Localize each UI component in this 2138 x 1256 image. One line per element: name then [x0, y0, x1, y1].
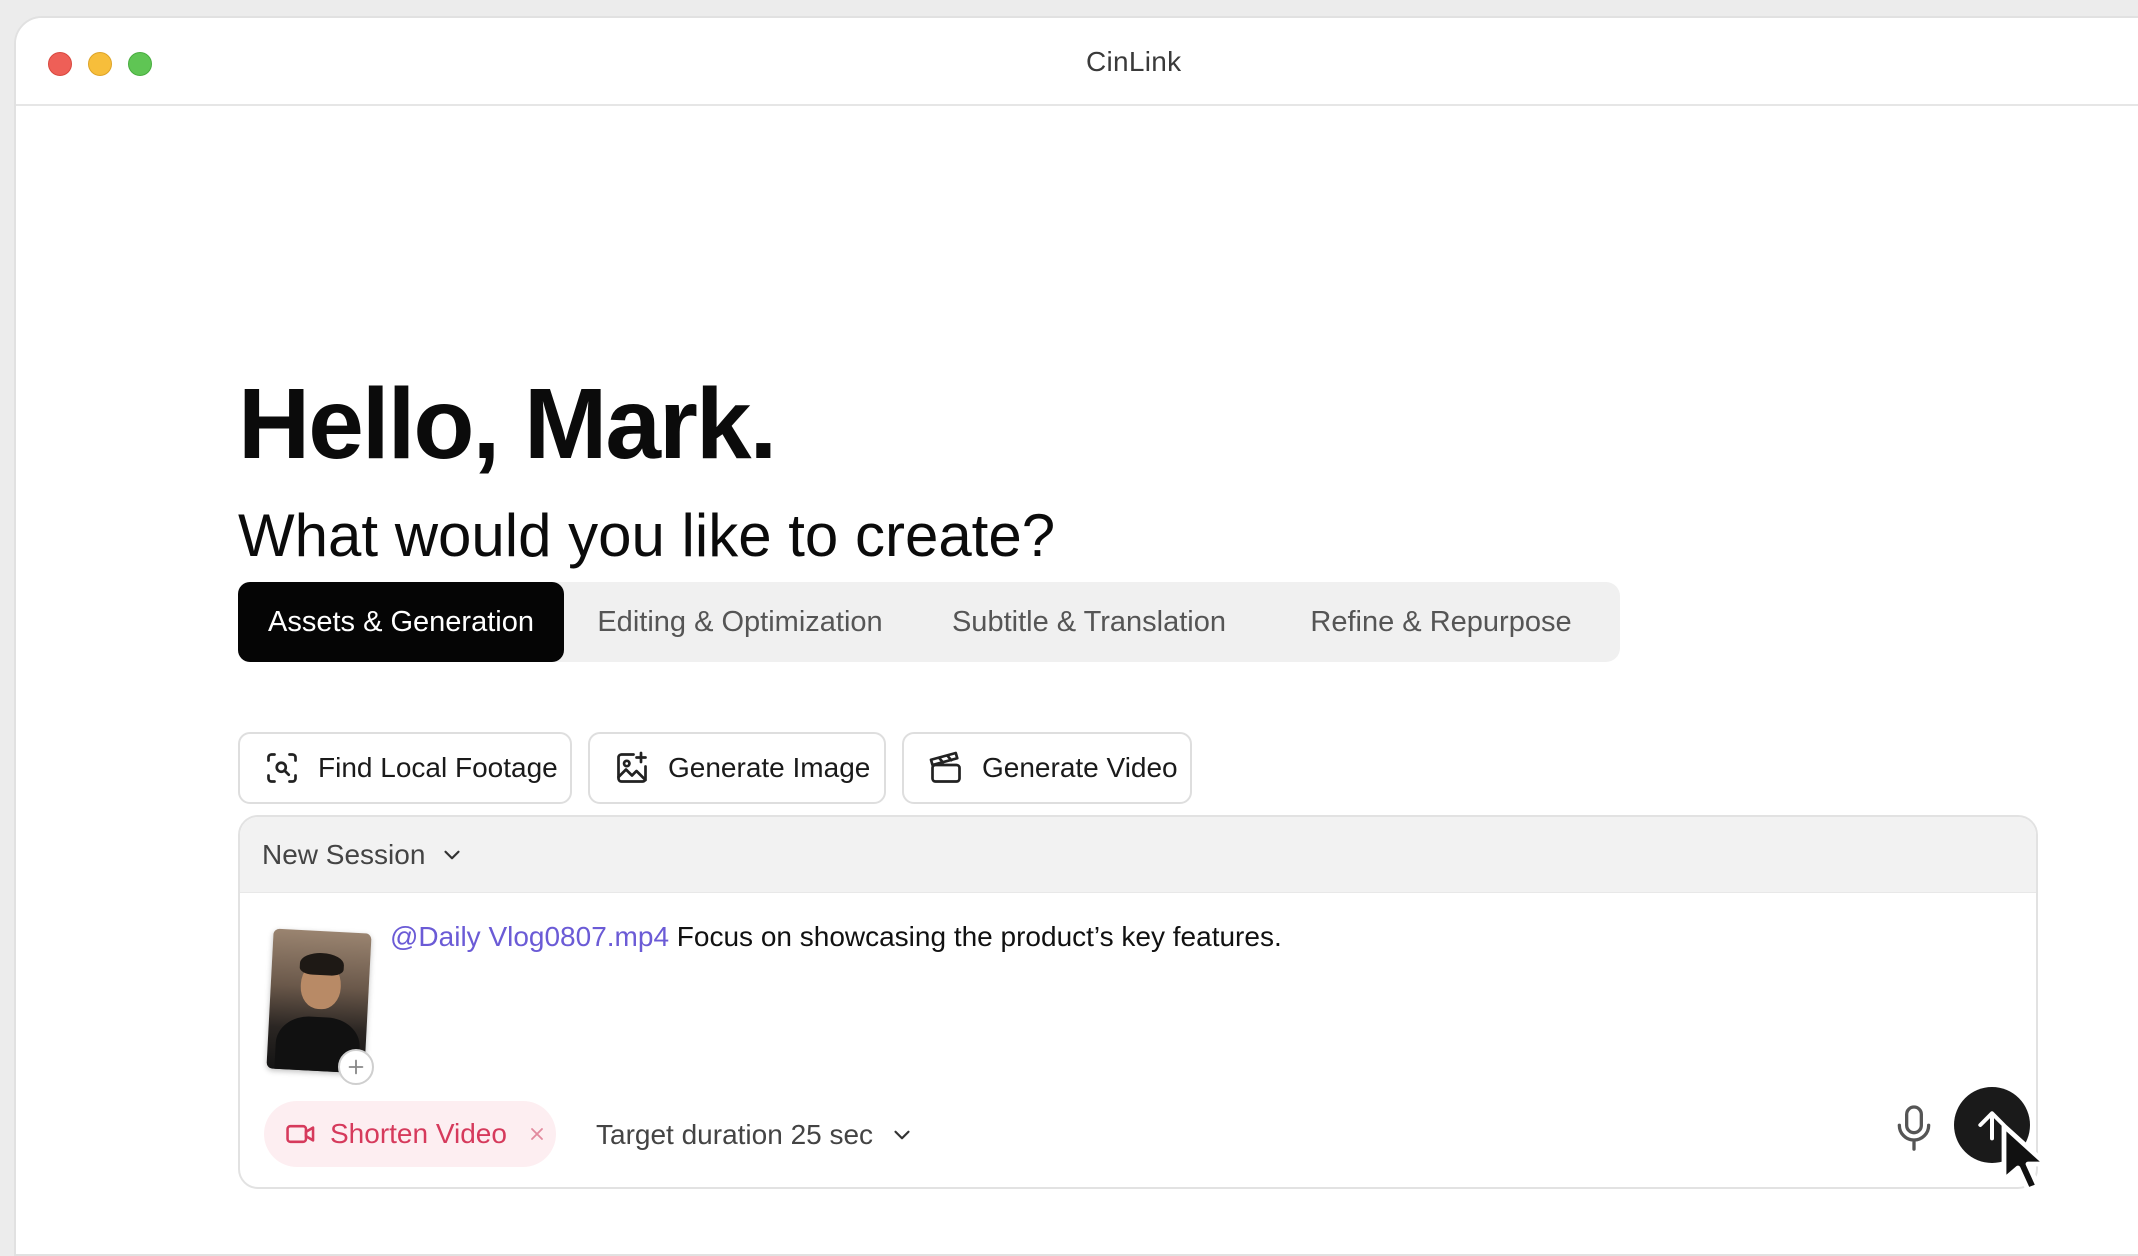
close-window-button[interactable] [48, 52, 72, 76]
tab-refine-repurpose[interactable]: Refine & Repurpose [1262, 582, 1620, 662]
find-local-footage-label: Find Local Footage [318, 752, 558, 783]
video-camera-icon [286, 1124, 315, 1144]
scan-search-icon [267, 753, 297, 783]
minimize-window-button[interactable] [88, 52, 112, 76]
prompt-input[interactable]: @Daily Vlog0807.mp4 Focus on showcasing … [390, 921, 1282, 953]
generate-image-button[interactable]: Generate Image [588, 732, 886, 804]
plus-icon [348, 1059, 364, 1075]
generate-image-label: Generate Image [668, 752, 871, 783]
find-local-footage-button[interactable]: Find Local Footage [238, 732, 572, 804]
tab-assets-generation[interactable]: Assets & Generation [238, 582, 564, 662]
maximize-window-button[interactable] [128, 52, 152, 76]
tab-subtitle-translation[interactable]: Subtitle & Translation [916, 582, 1262, 662]
microphone-icon[interactable] [1892, 1103, 1936, 1155]
composer-header: New Session [240, 817, 2036, 893]
arrow-up-icon [1978, 1111, 2006, 1141]
file-mention[interactable]: @Daily Vlog0807.mp4 [390, 921, 669, 952]
add-media-button[interactable] [338, 1049, 374, 1085]
generate-video-button[interactable]: Generate Video [902, 732, 1192, 804]
prompt-composer: New Session @Daily Vlog0807.mp4 Focus on… [238, 815, 2038, 1189]
target-duration-dropdown[interactable]: Target duration 25 sec [596, 1115, 915, 1155]
title-bar: CinLink [16, 18, 2138, 106]
thumbnail-hair [299, 951, 345, 977]
app-window: CinLink Hello, Mark. What would you like… [14, 16, 2138, 1256]
category-tabs: Assets & Generation Editing & Optimizati… [238, 582, 1620, 662]
create-question: What would you like to create? [238, 502, 1056, 569]
clapperboard-icon [929, 751, 961, 783]
chevron-down-icon [894, 1130, 910, 1140]
target-duration-label: Target duration 25 sec [596, 1119, 874, 1150]
close-icon[interactable] [527, 1124, 547, 1144]
session-dropdown[interactable]: New Session [262, 835, 465, 875]
session-label: New Session [262, 839, 426, 870]
generate-video-label: Generate Video [982, 752, 1178, 783]
greeting-heading: Hello, Mark. [238, 368, 777, 480]
prompt-text: Focus on showcasing the product’s key fe… [669, 921, 1282, 952]
image-plus-icon [617, 751, 647, 783]
shorten-video-tag[interactable]: Shorten Video [264, 1101, 556, 1167]
send-button[interactable] [1954, 1087, 2030, 1163]
tab-editing-optimization[interactable]: Editing & Optimization [564, 582, 916, 662]
app-title: CinLink [1086, 46, 1182, 77]
shorten-video-label: Shorten Video [330, 1118, 507, 1149]
chevron-down-icon [444, 850, 460, 860]
